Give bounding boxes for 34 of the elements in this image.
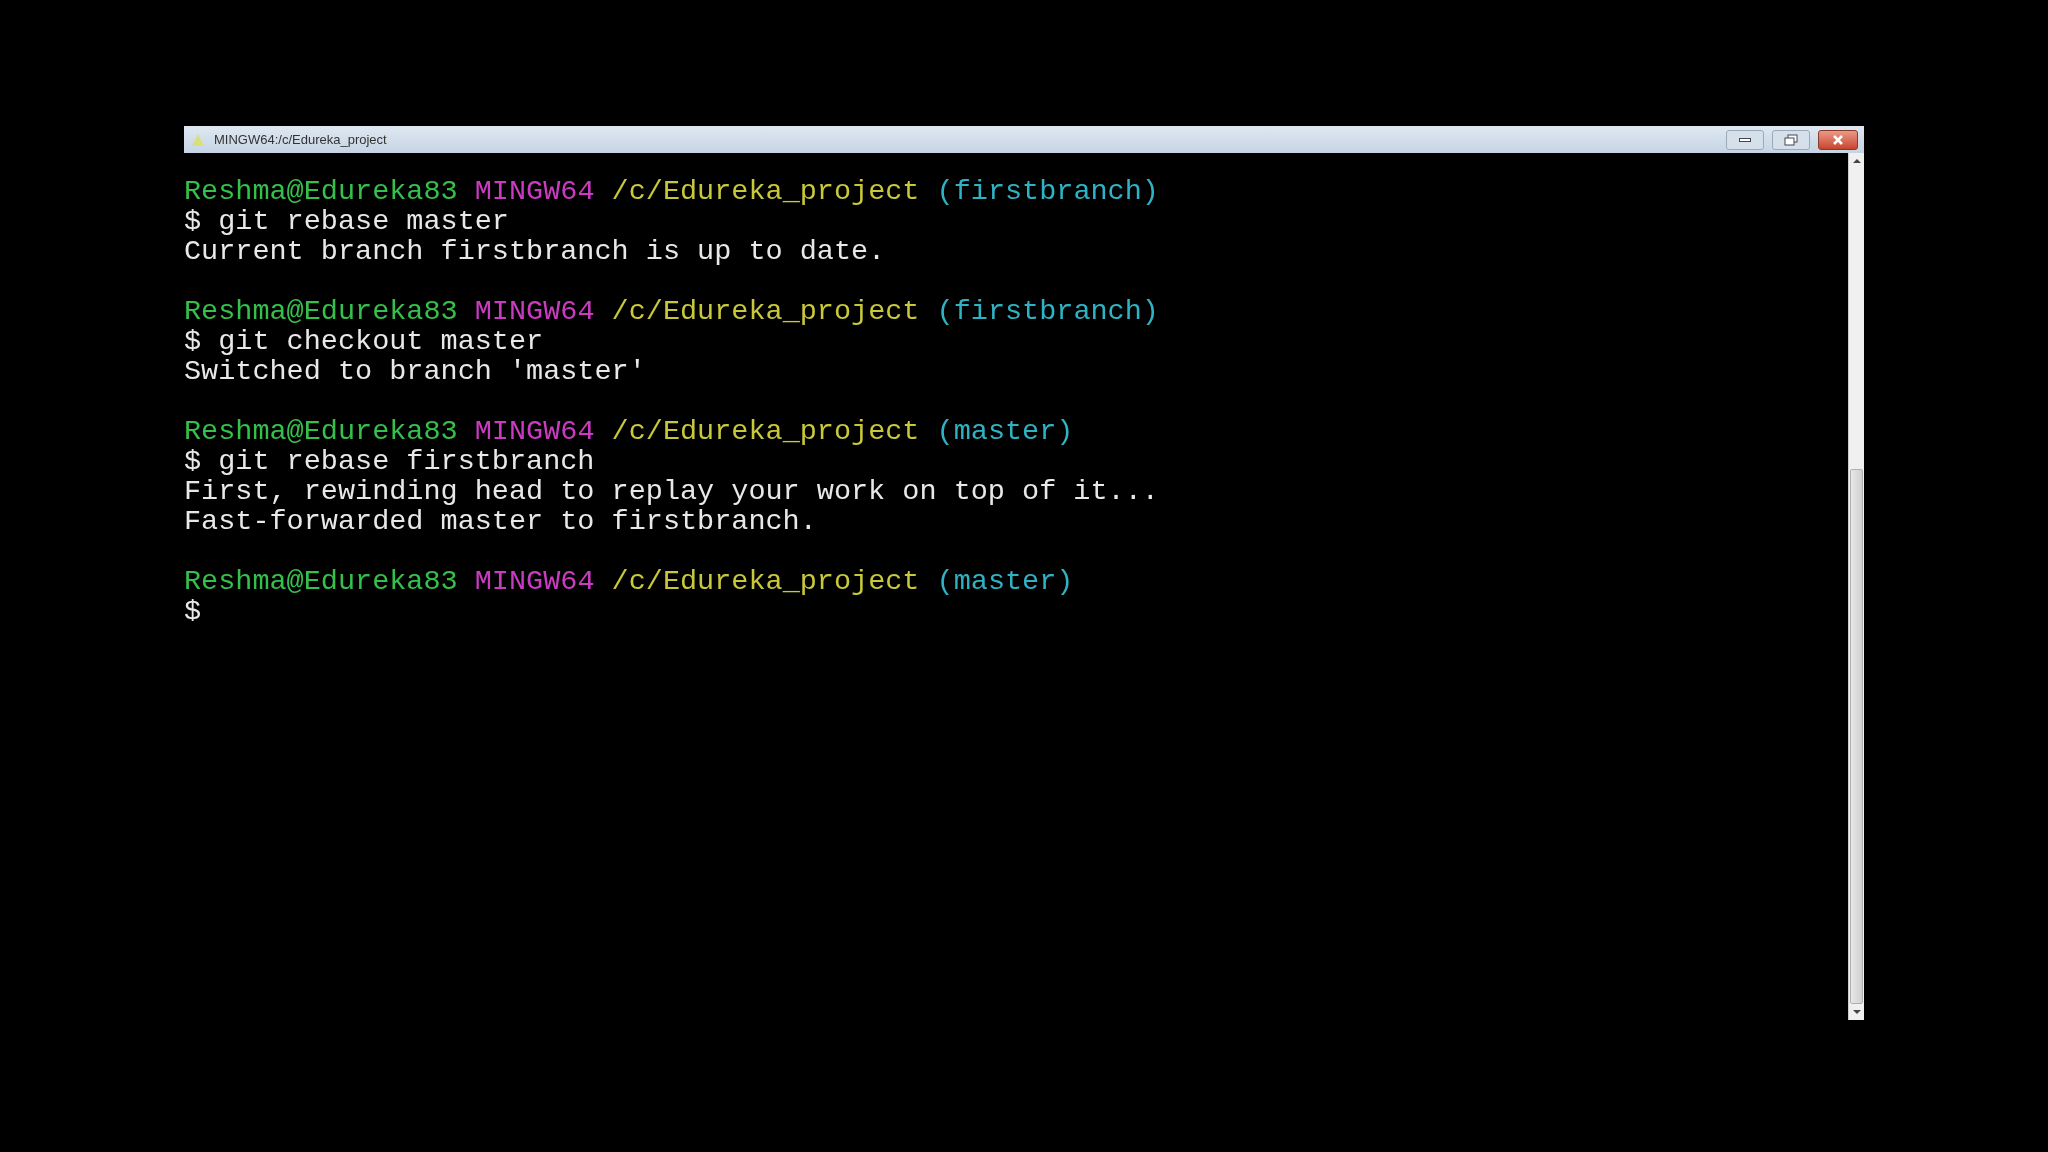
prompt-user-host: Reshma@Edureka83 [184,417,458,447]
command-line: $ git rebase master [184,207,509,237]
prompt-branch: (master) [936,417,1074,447]
close-icon [1832,134,1844,145]
prompt-system: MINGW64 [474,417,595,447]
output-line: First, rewinding head to replay your work on top of it... [184,477,1159,507]
prompt-user-host: Reshma@Edureka83 [184,297,458,327]
prompt-path: /c/Edureka_project [611,177,920,207]
prompt-user-host: Reshma@Edureka83 [184,567,458,597]
close-button[interactable] [1818,129,1858,150]
output-line: Fast-forwarded master to firstbranch. [184,507,817,537]
scroll-thumb[interactable] [1850,469,1863,1004]
restore-button[interactable] [1772,129,1810,150]
prompt-path: /c/Edureka_project [611,297,920,327]
minimize-icon [1739,137,1751,142]
prompt-system: MINGW64 [474,297,595,327]
minimize-button[interactable] [1726,129,1764,150]
window-title: MINGW64:/c/Edureka_project [214,130,388,149]
restore-icon [1784,133,1798,146]
prompt-user-host: Reshma@Edureka83 [184,177,458,207]
command-line: $ git checkout master [184,327,544,357]
command-line: $ [184,597,202,627]
prompt-system: MINGW64 [474,177,595,207]
prompt-path: /c/Edureka_project [611,567,920,597]
scroll-down-icon [1852,1010,1861,1014]
prompt-system: MINGW64 [474,567,595,597]
prompt-branch: (master) [936,567,1074,597]
output-line: Switched to branch 'master' [184,357,646,387]
prompt-path: /c/Edureka_project [611,417,920,447]
output-line: Current branch firstbranch is up to date. [184,237,886,267]
prompt-branch: (firstbranch) [936,177,1159,207]
command-line: $ git rebase firstbranch [184,447,595,477]
prompt-branch: (firstbranch) [936,297,1159,327]
scroll-up-icon [1852,159,1861,163]
